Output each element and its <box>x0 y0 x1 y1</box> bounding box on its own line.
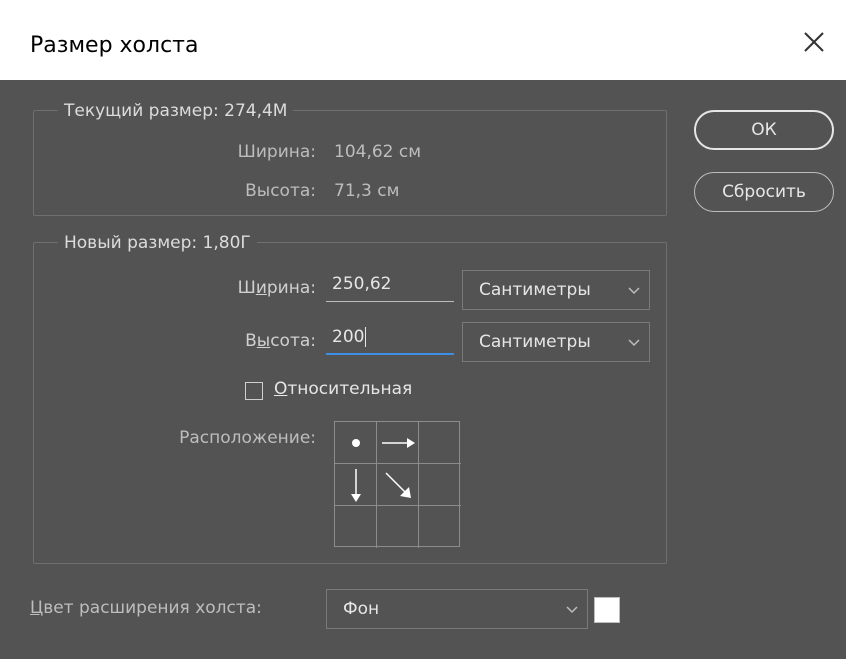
new-height-label-prefix: В <box>245 331 257 351</box>
new-width-unit-select[interactable]: Сантиметры <box>462 270 650 310</box>
anchor-bottom-left[interactable] <box>335 506 377 548</box>
extension-color-label-mnemonic: Ц <box>30 598 44 618</box>
extension-color-value: Фон <box>343 599 380 619</box>
close-icon <box>804 32 824 52</box>
new-height-field[interactable]: 200 <box>326 327 454 355</box>
anchor-top-center[interactable] <box>377 422 419 464</box>
new-size-legend: Новый размер: 1,80Г <box>58 233 257 253</box>
relative-label[interactable]: Относительная <box>274 379 412 399</box>
extension-color-swatch[interactable] <box>594 597 620 623</box>
current-height-value: 71,3 см <box>334 181 400 201</box>
relative-label-rest: тносительная <box>287 379 413 399</box>
current-width-label: Ширина: <box>237 142 316 162</box>
new-height-label-mnemonic: ы <box>256 331 271 351</box>
dialog-title: Размер холста <box>30 33 199 58</box>
anchor-bottom-center[interactable] <box>377 506 419 548</box>
current-size-legend: Текущий размер: 274,4M <box>58 101 294 121</box>
new-height-unit: Сантиметры <box>479 332 591 352</box>
anchor-top-right[interactable] <box>419 422 461 464</box>
chevron-down-icon <box>566 606 578 614</box>
new-height-unit-select[interactable]: Сантиметры <box>462 322 650 362</box>
relative-checkbox[interactable] <box>245 382 263 400</box>
chevron-down-icon <box>628 287 640 295</box>
current-height-label: Высота: <box>245 181 316 201</box>
relative-label-mnemonic: О <box>274 379 288 399</box>
anchor-label: Расположение: <box>179 428 316 448</box>
new-width-field[interactable]: 250,62 <box>326 274 454 302</box>
titlebar: Размер холста <box>0 0 846 81</box>
new-height-label: Высота: <box>190 331 316 351</box>
new-width-label-suffix: рина: <box>266 278 316 298</box>
new-width-value: 250,62 <box>332 274 392 294</box>
extension-color-label-rest: вет расширения холста: <box>43 598 262 618</box>
arrow-down-icon <box>351 469 361 502</box>
new-width-unit: Сантиметры <box>479 280 591 300</box>
dot-icon <box>352 439 360 447</box>
anchor-middle-right[interactable] <box>419 464 461 506</box>
arrow-right-icon <box>382 438 415 448</box>
anchor-middle-left[interactable] <box>335 464 377 506</box>
new-width-label-mnemonic: и <box>255 278 267 298</box>
anchor-top-left[interactable] <box>335 422 377 464</box>
close-button[interactable] <box>796 24 832 60</box>
chevron-down-icon <box>628 339 640 347</box>
text-cursor <box>365 327 367 347</box>
new-height-label-suffix: сота: <box>270 331 316 351</box>
current-width-value: 104,62 см <box>334 142 422 162</box>
new-height-value: 200 <box>332 327 365 347</box>
extension-color-select[interactable]: Фон <box>326 589 588 629</box>
reset-button[interactable]: Сбросить <box>694 172 834 212</box>
anchor-grid <box>334 421 461 548</box>
extension-color-label: Цвет расширения холста: <box>30 598 318 618</box>
ok-button[interactable]: ОК <box>694 110 834 150</box>
new-width-label: Ширина: <box>190 278 316 298</box>
arrow-down-right-icon <box>385 472 411 498</box>
dialog-body: Текущий размер: 274,4M Ширина: 104,62 см… <box>0 80 846 659</box>
anchor-bottom-right[interactable] <box>419 506 461 548</box>
anchor-middle-center[interactable] <box>377 464 419 506</box>
new-width-label-prefix: Ш <box>237 278 256 298</box>
